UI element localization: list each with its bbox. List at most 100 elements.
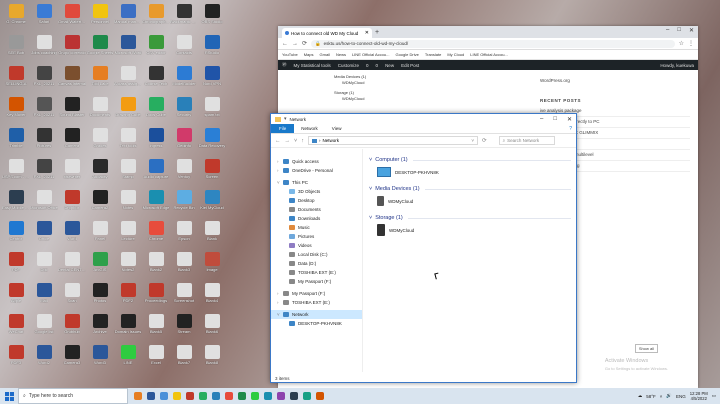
close-icon[interactable]: ✕ [567,116,572,123]
desktop-icon[interactable]: Grupo correctio [58,33,86,64]
network-item[interactable]: WDMyCloud [377,192,571,210]
desktop-icon[interactable]: USPS.com - Hold Mail [2,157,30,188]
desktop-icon[interactable]: Word [58,219,86,250]
reload-icon[interactable]: ⟳ [302,40,307,47]
ribbon-tab-network[interactable]: Network [294,124,325,133]
star-icon[interactable]: ☆ [679,40,684,47]
show-all-button[interactable]: Show all [634,344,658,353]
desktop-icon[interactable]: Blackmagic Disk [170,2,198,33]
maximize-icon[interactable]: □ [553,116,557,123]
bookmark-item[interactable]: Maps [304,52,314,57]
taskbar-app-icon[interactable] [173,392,181,400]
desktop-icon[interactable]: Pictures [30,126,58,157]
desktop-icon[interactable]: Image [198,250,226,281]
desktop-icon[interactable]: Audacity [86,157,114,188]
desktop-icon[interactable]: Jobs coaching [30,33,58,64]
file-tab[interactable]: File [271,124,295,133]
desktop-icon[interactable]: Camera [58,126,86,157]
desktop-icon[interactable]: Word2 [30,343,58,374]
desktop-icon[interactable]: Stamp [114,157,142,188]
bookmark-item[interactable]: Translate [425,52,442,57]
bookmark-item[interactable]: My Cloud [447,52,464,57]
desktop-icon[interactable]: Camera3 [58,343,86,374]
search-input[interactable]: ⌕ Search Network [498,136,555,145]
desktop-icon[interactable]: Microsoft Edge [142,188,170,219]
nav-pane-item[interactable]: Local Disk (C:) [271,250,362,259]
taskbar-app-icon[interactable] [316,392,324,400]
desktop-icon[interactable]: Blank7 [170,343,198,374]
taskbar-app-icon[interactable] [147,392,155,400]
nav-pane-item[interactable]: Data (D:) [271,259,362,268]
desktop-icon[interactable]: OBS Studio [198,2,226,33]
network-item[interactable]: WDMyCloud [377,221,571,239]
weather-icon[interactable]: ☁ [638,393,643,399]
menu-icon[interactable]: ⋮ [688,40,694,47]
desktop-icon[interactable]: Blank4 [198,281,226,312]
taskbar-app-icon[interactable] [225,392,233,400]
bookmark-item[interactable]: Google Drive [395,52,418,57]
desktop-icon[interactable]: Key Mover [2,95,30,126]
desktop-icon[interactable]: Grades [86,126,114,157]
wp-bar-item[interactable]: Customize [338,63,359,68]
desktop-icon[interactable]: Sound Blaster [58,95,86,126]
taskbar-app-icon[interactable] [303,392,311,400]
desktop-icon[interactable]: Screen [198,157,226,188]
minimize-icon[interactable]: – [540,116,543,123]
desktop-icon[interactable]: Excel [142,343,170,374]
quick-save-icon[interactable]: ▾ [284,116,287,122]
desktop-icon[interactable]: Manual management [114,2,142,33]
desktop-icon[interactable]: Word3 [86,343,114,374]
desktop-icon[interactable]: RStudio [198,33,226,64]
desktop-icon[interactable]: Dental CENTRAL [58,250,86,281]
desktop-icon[interactable]: Domain Issues [114,312,142,343]
desktop-icon[interactable]: WeChat [2,312,30,343]
desktop-icon[interactable]: Notes2 [114,250,142,281]
close-icon[interactable]: ✕ [689,27,694,34]
refresh-icon[interactable]: ⟳ [482,138,487,144]
notification-icon[interactable]: ▭ [712,393,716,399]
back-icon[interactable]: ← [275,138,281,144]
howdy-user[interactable]: Howdy, kuekuwa [660,63,694,68]
taskbar-app-icon[interactable] [277,392,285,400]
desktop-icon[interactable]: Panel [86,219,114,250]
desktop-icon[interactable]: ModelBuilder [170,64,198,95]
tray-chevron-icon[interactable]: ˄ [660,394,663,399]
nav-pane-item[interactable]: Pictures [271,232,362,241]
browser-tab[interactable]: How to connect old WD My Cloud ✕ [282,28,372,38]
desktop-icon[interactable]: Microsoft Word [114,33,142,64]
wp-bar-item[interactable]: 0 [366,63,369,68]
desktop-icon[interactable]: Audio capture [142,157,170,188]
desktop-icon[interactable]: Canvas Internal [58,64,86,95]
new-tab-button[interactable]: + [375,28,379,38]
expand-chevron-icon[interactable]: › [277,159,280,164]
desktop-icon[interactable]: Recycle Bin [170,188,198,219]
back-icon[interactable]: ← [282,41,288,47]
nav-pane-item[interactable]: Videos [271,241,362,250]
desktop-icon[interactable]: Documents [86,95,114,126]
desktop-icon[interactable]: Blank3 [170,250,198,281]
desktop-icon[interactable]: Stream [170,312,198,343]
bookmark-item[interactable]: LINE Official Accou... [352,52,390,57]
desktop-icon[interactable]: Lecture [114,219,142,250]
recent-locations-icon[interactable]: ˅ [294,138,297,144]
desktop-icon[interactable]: SEE Bob [2,33,30,64]
desktop-icon[interactable]: Archive [86,312,114,343]
desktop-icon[interactable]: Proceedings [142,281,170,312]
desktop-icon[interactable]: xlsxwriter [58,157,86,188]
desktop-icon[interactable]: Microsoft Office [30,188,58,219]
explorer-address-bar[interactable]: › Network ˅ [307,136,478,145]
desktop-icon[interactable]: Blank5 [142,312,170,343]
taskbar-app-icon[interactable] [134,392,142,400]
taskbar-app-icon[interactable] [186,392,194,400]
desktop-icon[interactable]: Personnel [86,2,114,33]
nav-pane-item[interactable]: Desktop [271,196,362,205]
ribbon-tab-view[interactable]: View [325,124,349,133]
desktop-icon[interactable]: ArcGIS [86,250,114,281]
taskbar-app-icon[interactable] [199,392,207,400]
desktop-icon[interactable]: Ventoy [170,157,198,188]
desktop-icon[interactable]: Safari [30,2,58,33]
desktop-icon[interactable]: Epson [170,219,198,250]
taskbar-app-icon[interactable] [264,392,272,400]
desktop-icon[interactable]: Grubhub [58,312,86,343]
help-icon[interactable]: ? [565,124,576,133]
